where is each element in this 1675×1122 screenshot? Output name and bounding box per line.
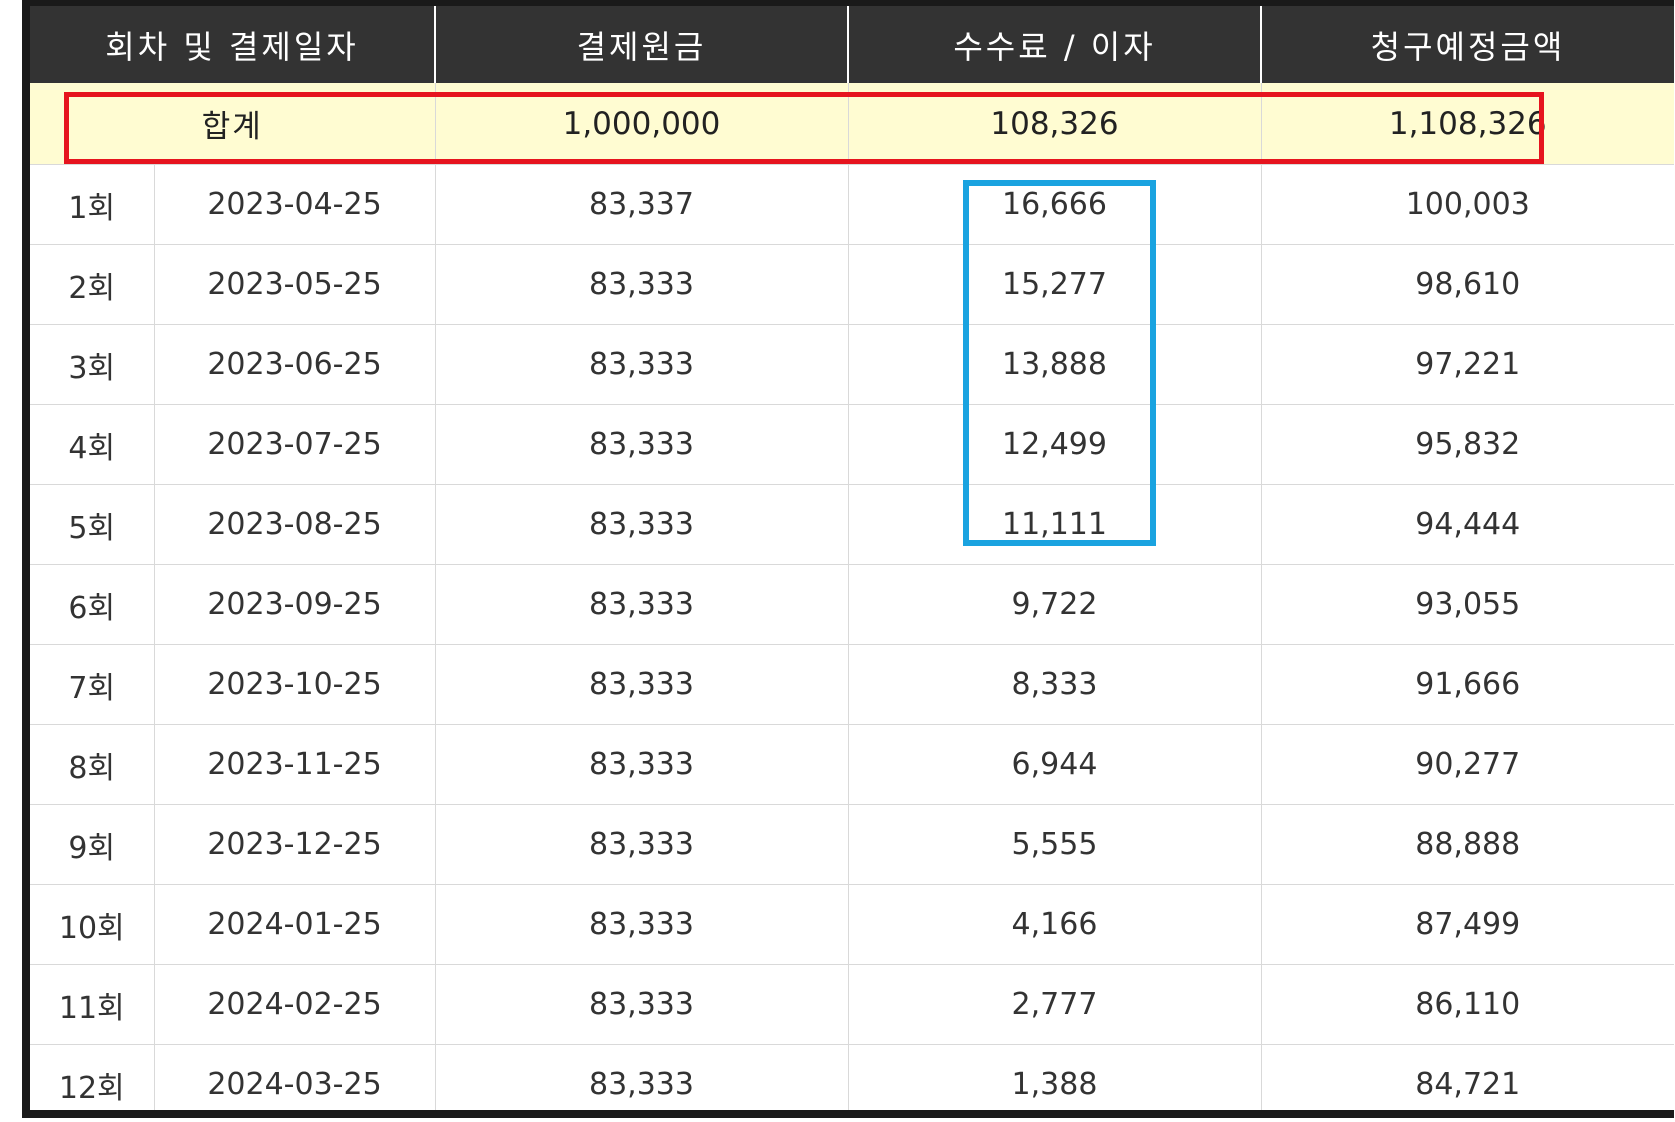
- cell-fee-interest: 6,944: [847, 724, 1261, 805]
- table-row: 10회 2024-01-25 83,333 4,166 87,499: [30, 884, 1674, 965]
- cell-date: 2024-01-25: [153, 884, 435, 965]
- cell-principal: 83,333: [434, 1044, 848, 1110]
- header-principal: 결제원금: [434, 6, 848, 83]
- cell-billing: 84,721: [1260, 1044, 1674, 1110]
- table-row: 6회 2023-09-25 83,333 9,722 93,055: [30, 564, 1674, 645]
- cell-fee-interest: 2,777: [847, 964, 1261, 1045]
- cell-date: 2024-03-25: [153, 1044, 435, 1110]
- cell-round: 6회: [30, 564, 154, 645]
- header-fee-interest: 수수료 / 이자: [847, 6, 1261, 83]
- table-row: 4회 2023-07-25 83,333 12,499 95,832: [30, 404, 1674, 485]
- cell-principal: 83,333: [434, 884, 848, 965]
- cell-round: 11회: [30, 964, 154, 1045]
- cell-billing: 98,610: [1260, 244, 1674, 325]
- cell-principal: 83,333: [434, 404, 848, 485]
- cell-date: 2024-02-25: [153, 964, 435, 1045]
- cell-billing: 97,221: [1260, 324, 1674, 405]
- cell-date: 2023-09-25: [153, 564, 435, 645]
- table-row: 8회 2023-11-25 83,333 6,944 90,277: [30, 724, 1674, 805]
- cell-principal: 83,333: [434, 324, 848, 405]
- cell-date: 2023-12-25: [153, 804, 435, 885]
- cell-billing: 93,055: [1260, 564, 1674, 645]
- cell-fee-interest: 9,722: [847, 564, 1261, 645]
- cell-principal: 83,333: [434, 244, 848, 325]
- table-header: 회차 및 결제일자 결제원금 수수료 / 이자 청구예정금액: [30, 6, 1674, 83]
- cell-billing: 94,444: [1260, 484, 1674, 565]
- cell-date: 2023-06-25: [153, 324, 435, 405]
- cell-round: 7회: [30, 644, 154, 725]
- header-billing: 청구예정금액: [1260, 6, 1674, 83]
- header-round-date: 회차 및 결제일자: [30, 6, 435, 83]
- total-row: 합계 1,000,000 108,326 1,108,326: [30, 83, 1674, 165]
- cell-fee-interest: 11,111: [847, 484, 1261, 565]
- cell-round: 8회: [30, 724, 154, 805]
- cell-principal: 83,333: [434, 564, 848, 645]
- cell-date: 2023-05-25: [153, 244, 435, 325]
- cell-fee-interest: 15,277: [847, 244, 1261, 325]
- cell-fee-interest: 16,666: [847, 164, 1261, 245]
- cell-billing: 88,888: [1260, 804, 1674, 885]
- table-row: 11회 2024-02-25 83,333 2,777 86,110: [30, 964, 1674, 1045]
- cell-principal: 83,333: [434, 644, 848, 725]
- cell-round: 1회: [30, 164, 154, 245]
- cell-fee-interest: 12,499: [847, 404, 1261, 485]
- cell-principal: 83,333: [434, 484, 848, 565]
- cell-date: 2023-08-25: [153, 484, 435, 565]
- cell-date: 2023-11-25: [153, 724, 435, 805]
- cell-date: 2023-10-25: [153, 644, 435, 725]
- cell-fee-interest: 1,388: [847, 1044, 1261, 1110]
- cell-round: 5회: [30, 484, 154, 565]
- table-row: 9회 2023-12-25 83,333 5,555 88,888: [30, 804, 1674, 885]
- cell-principal: 83,337: [434, 164, 848, 245]
- cell-billing: 86,110: [1260, 964, 1674, 1045]
- table-body: 합계 1,000,000 108,326 1,108,326 1회 2023-04…: [30, 83, 1674, 1110]
- cell-billing: 95,832: [1260, 404, 1674, 485]
- cell-billing: 90,277: [1260, 724, 1674, 805]
- cell-round: 4회: [30, 404, 154, 485]
- cell-fee-interest: 4,166: [847, 884, 1261, 965]
- cell-billing: 91,666: [1260, 644, 1674, 725]
- total-label: 합계: [30, 83, 435, 165]
- cell-billing: 100,003: [1260, 164, 1674, 245]
- cell-round: 10회: [30, 884, 154, 965]
- cell-fee-interest: 5,555: [847, 804, 1261, 885]
- cell-round: 9회: [30, 804, 154, 885]
- cell-date: 2023-07-25: [153, 404, 435, 485]
- cell-date: 2023-04-25: [153, 164, 435, 245]
- total-fee-interest: 108,326: [847, 83, 1261, 165]
- cell-principal: 83,333: [434, 724, 848, 805]
- table-row: 3회 2023-06-25 83,333 13,888 97,221: [30, 324, 1674, 405]
- cell-principal: 83,333: [434, 804, 848, 885]
- cell-principal: 83,333: [434, 964, 848, 1045]
- table-row: 12회 2024-03-25 83,333 1,388 84,721: [30, 1044, 1674, 1110]
- cell-billing: 87,499: [1260, 884, 1674, 965]
- total-principal: 1,000,000: [434, 83, 848, 165]
- schedule-panel: 회차 및 결제일자 결제원금 수수료 / 이자 청구예정금액 합계 1,000,…: [22, 0, 1674, 1118]
- total-billing: 1,108,326: [1260, 83, 1674, 165]
- cell-round: 12회: [30, 1044, 154, 1110]
- installment-schedule-table: 회차 및 결제일자 결제원금 수수료 / 이자 청구예정금액 합계 1,000,…: [30, 6, 1674, 1110]
- cell-round: 2회: [30, 244, 154, 325]
- table-row: 2회 2023-05-25 83,333 15,277 98,610: [30, 244, 1674, 325]
- table-row: 5회 2023-08-25 83,333 11,111 94,444: [30, 484, 1674, 565]
- cell-fee-interest: 13,888: [847, 324, 1261, 405]
- table-row: 1회 2023-04-25 83,337 16,666 100,003: [30, 164, 1674, 245]
- cell-fee-interest: 8,333: [847, 644, 1261, 725]
- table-row: 7회 2023-10-25 83,333 8,333 91,666: [30, 644, 1674, 725]
- cell-round: 3회: [30, 324, 154, 405]
